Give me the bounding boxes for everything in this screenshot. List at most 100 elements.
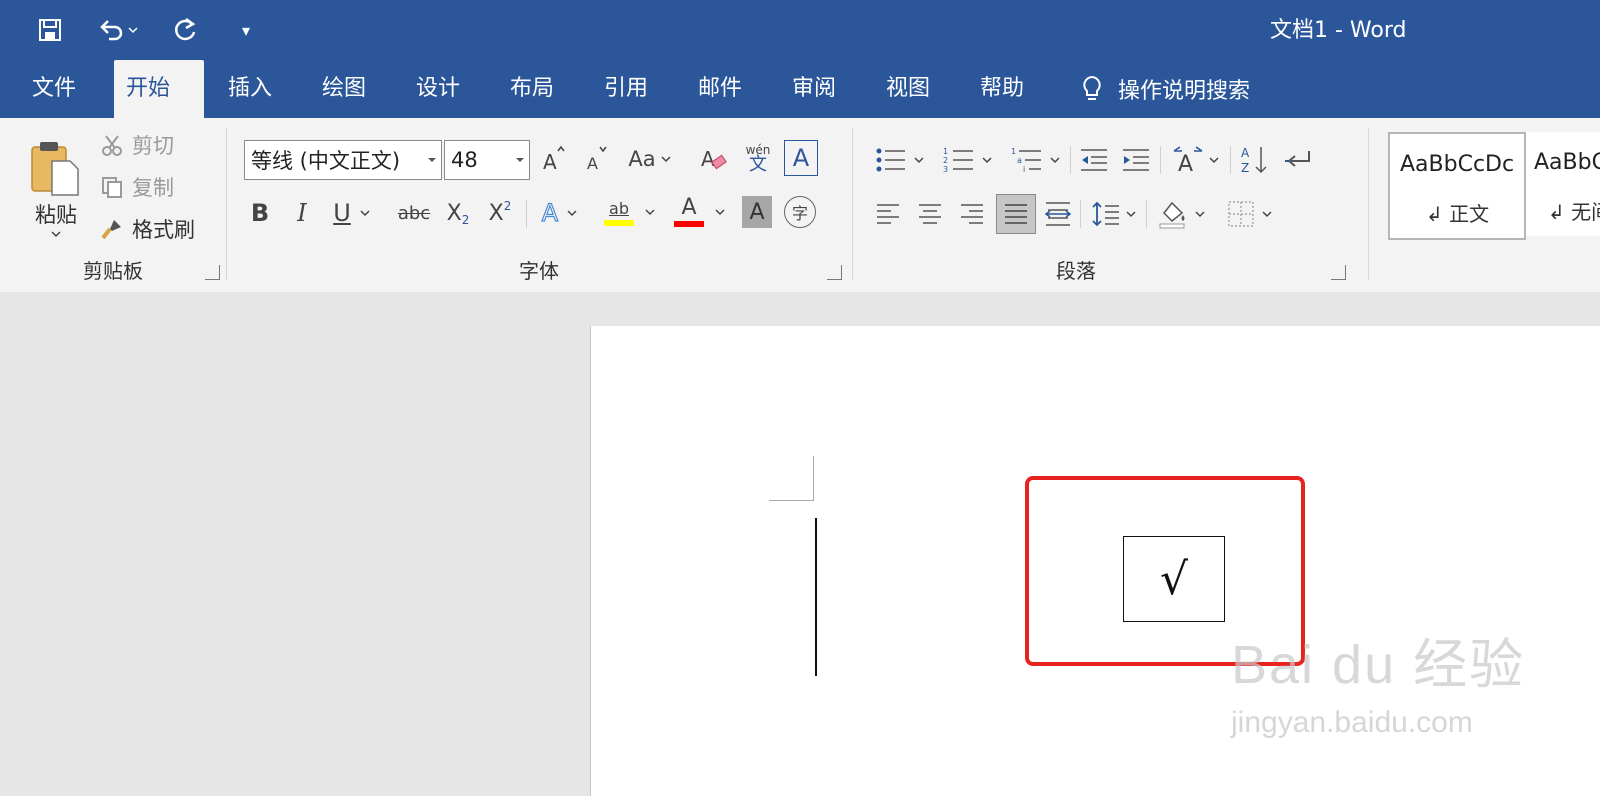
watermark-url: jingyan.baidu.com xyxy=(1231,706,1473,739)
character-border-button[interactable]: A xyxy=(784,140,818,176)
phonetic-guide-button[interactable]: wén 文 xyxy=(742,138,774,180)
style-normal[interactable]: AaBbCcDc ↲ 正文 xyxy=(1388,132,1526,240)
tell-me-search[interactable]: 操作说明搜索 xyxy=(1080,60,1250,118)
divider xyxy=(1070,146,1071,174)
divider xyxy=(1160,146,1161,174)
tab-home[interactable]: 开始 xyxy=(114,60,204,118)
chevron-down-icon xyxy=(645,209,655,216)
subscript-small: 2 xyxy=(461,213,470,227)
tab-mailings[interactable]: 邮件 xyxy=(686,60,754,118)
chevron-down-icon xyxy=(567,210,577,217)
document-page[interactable]: √ Bai du 经验 jingyan.baidu.com xyxy=(590,326,1600,796)
font-size-combobox[interactable]: 48 xyxy=(444,140,530,180)
underline-glyph: U xyxy=(333,199,351,227)
check-symbol: √ xyxy=(1159,553,1189,605)
font-color-glyph: A xyxy=(681,195,697,220)
bullets-button[interactable] xyxy=(870,142,930,178)
boxed-checkmark: √ xyxy=(1123,536,1225,622)
strikethrough-button[interactable]: abc xyxy=(394,194,434,232)
style-name: ↲ 无间 xyxy=(1548,200,1600,224)
chevron-down-icon[interactable] xyxy=(511,156,529,164)
distributed-button[interactable] xyxy=(1040,196,1076,232)
highlight-swatch xyxy=(604,219,634,226)
group-divider xyxy=(852,128,853,280)
underline-button[interactable]: U xyxy=(326,194,378,232)
font-launcher-icon[interactable] xyxy=(827,265,842,280)
tab-view[interactable]: 视图 xyxy=(874,60,942,118)
phonetic-bottom: 文 xyxy=(749,154,767,175)
svg-text:1: 1 xyxy=(943,147,948,156)
paste-button[interactable]: 粘贴 xyxy=(18,130,94,248)
multilevel-list-button[interactable]: 1 a i xyxy=(1006,142,1066,178)
line-spacing-button[interactable] xyxy=(1086,196,1142,232)
superscript-button[interactable]: X2 xyxy=(482,194,518,232)
bold-button[interactable]: B xyxy=(242,194,278,232)
show-hide-marks-button[interactable] xyxy=(1280,142,1316,178)
document-canvas: √ Bai du 经验 jingyan.baidu.com xyxy=(0,292,1600,796)
font-name-combobox[interactable]: 等线 (中文正文) xyxy=(244,140,442,180)
tab-file[interactable]: 文件 xyxy=(20,60,88,118)
tab-layout[interactable]: 布局 xyxy=(498,60,566,118)
borders-button[interactable] xyxy=(1220,196,1280,232)
chevron-down-icon xyxy=(1126,211,1136,218)
chevron-down-icon[interactable] xyxy=(423,156,441,164)
save-button[interactable] xyxy=(30,12,70,48)
multilevel-list-icon: 1 a i xyxy=(1011,147,1041,174)
grow-font-button[interactable]: A xyxy=(536,140,572,178)
align-center-icon xyxy=(919,204,941,224)
enclose-characters-button[interactable]: 字 xyxy=(784,196,816,228)
align-left-button[interactable] xyxy=(870,196,906,232)
shading-button[interactable] xyxy=(1152,196,1212,232)
numbering-button[interactable]: 1 2 3 xyxy=(938,142,998,178)
chevron-down-icon xyxy=(1050,157,1060,164)
svg-text:A: A xyxy=(701,147,715,171)
chevron-down-icon xyxy=(1262,211,1272,218)
redo-button[interactable] xyxy=(166,12,206,48)
tab-insert[interactable]: 插入 xyxy=(216,60,284,118)
subscript-button[interactable]: X2 xyxy=(440,194,476,232)
font-color-button[interactable]: A xyxy=(670,190,730,234)
undo-icon xyxy=(100,20,123,41)
font-color-icon: A xyxy=(674,197,704,227)
increase-indent-button[interactable] xyxy=(1118,142,1154,178)
strikethrough-glyph: abc xyxy=(397,202,431,224)
sort-button[interactable]: A Z xyxy=(1236,142,1272,178)
clipboard-group-label: 剪贴板 xyxy=(83,259,143,283)
change-case-button[interactable]: Aa xyxy=(622,140,678,178)
decrease-indent-button[interactable] xyxy=(1076,142,1112,178)
clear-formatting-button[interactable]: A xyxy=(696,140,732,178)
highlight-color-button[interactable]: ab xyxy=(600,190,660,234)
style-no-spacing[interactable]: AaBbC ↲ 无间 xyxy=(1526,132,1600,236)
tab-review[interactable]: 审阅 xyxy=(780,60,848,118)
clipboard-launcher-icon[interactable] xyxy=(205,265,220,280)
text-direction-button[interactable]: A xyxy=(1166,142,1226,178)
tab-help[interactable]: 帮助 xyxy=(968,60,1036,118)
cut-label: 剪切 xyxy=(132,134,174,158)
search-label: 操作说明搜索 xyxy=(1118,79,1251,104)
copy-button[interactable]: 复制 xyxy=(100,172,174,202)
tab-design[interactable]: 设计 xyxy=(404,60,472,118)
text-effects-button[interactable]: A xyxy=(534,194,586,232)
tab-references[interactable]: 引用 xyxy=(592,60,660,118)
align-center-button[interactable] xyxy=(912,196,948,232)
clear-formatting-icon: A xyxy=(701,147,727,171)
italic-button[interactable]: I xyxy=(284,194,320,232)
decrease-indent-icon xyxy=(1081,149,1107,171)
tab-draw[interactable]: 绘图 xyxy=(310,60,378,118)
character-shading-button[interactable]: A xyxy=(742,196,772,228)
format-painter-button[interactable]: 格式刷 xyxy=(100,214,195,244)
font-group-label: 字体 xyxy=(519,259,559,283)
customize-qat-button[interactable]: ▾ xyxy=(226,12,266,48)
paragraph-launcher-icon[interactable] xyxy=(1331,265,1346,280)
undo-button[interactable] xyxy=(90,12,146,48)
superscript-small: 2 xyxy=(503,199,512,213)
window-title: 文档1 - Word xyxy=(1270,18,1407,43)
copy-label: 复制 xyxy=(132,176,174,200)
align-right-button[interactable] xyxy=(954,196,990,232)
quick-access-toolbar: ▾ xyxy=(30,12,266,48)
cut-button[interactable]: 剪切 xyxy=(100,130,174,160)
justify-button[interactable] xyxy=(996,194,1036,234)
shrink-font-button[interactable]: A xyxy=(578,140,614,178)
increase-indent-icon xyxy=(1123,149,1149,171)
save-icon xyxy=(39,19,61,41)
